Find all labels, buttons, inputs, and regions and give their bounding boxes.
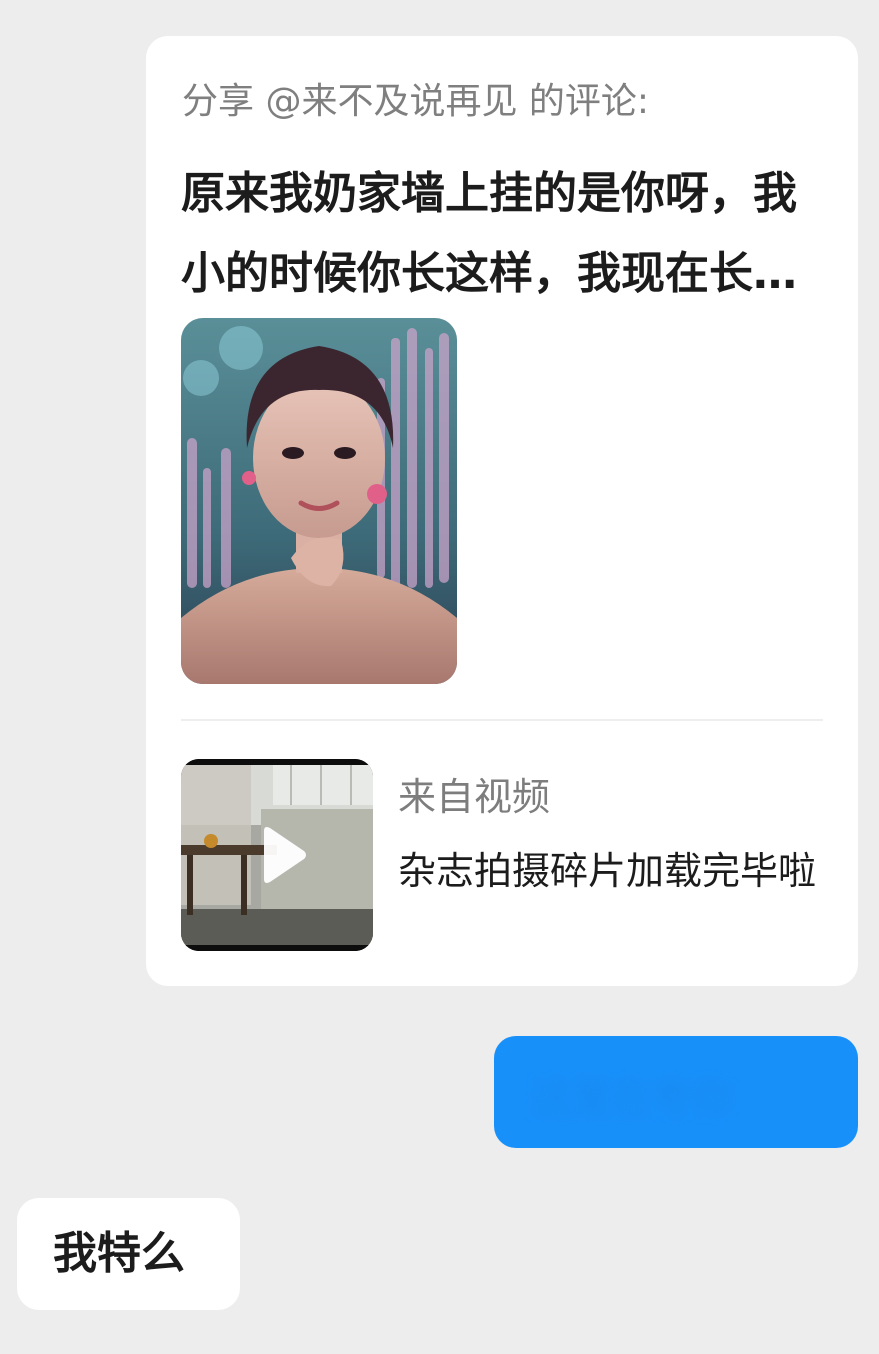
received-message-text: 我特么	[53, 1228, 185, 1279]
video-title[interactable]: 杂志拍摄碎片加载完毕啦	[398, 840, 828, 902]
share-header: 分享 @来不及说再见 的评论:	[182, 81, 650, 122]
play-icon[interactable]	[258, 825, 308, 885]
portrait-photo	[181, 318, 457, 684]
video-source-label: 来自视频	[398, 775, 551, 819]
divider	[181, 719, 823, 721]
shared-comment-card[interactable]: 分享 @来不及说再见 的评论: 原来我奶家墙上挂的是你呀，我小的时候你长这样，我…	[146, 36, 858, 986]
sent-message-text: 这是在夸你	[532, 1076, 732, 1122]
sent-message-bubble[interactable]: 这是在夸你	[494, 1036, 858, 1148]
comment-image[interactable]	[181, 318, 457, 684]
comment-text: 原来我奶家墙上挂的是你呀，我小的时候你长这样，我现在长大了你还是这样，岁月从不败…	[181, 168, 797, 299]
video-thumbnail[interactable]	[181, 759, 373, 951]
received-message-bubble[interactable]: 我特么	[17, 1198, 240, 1310]
